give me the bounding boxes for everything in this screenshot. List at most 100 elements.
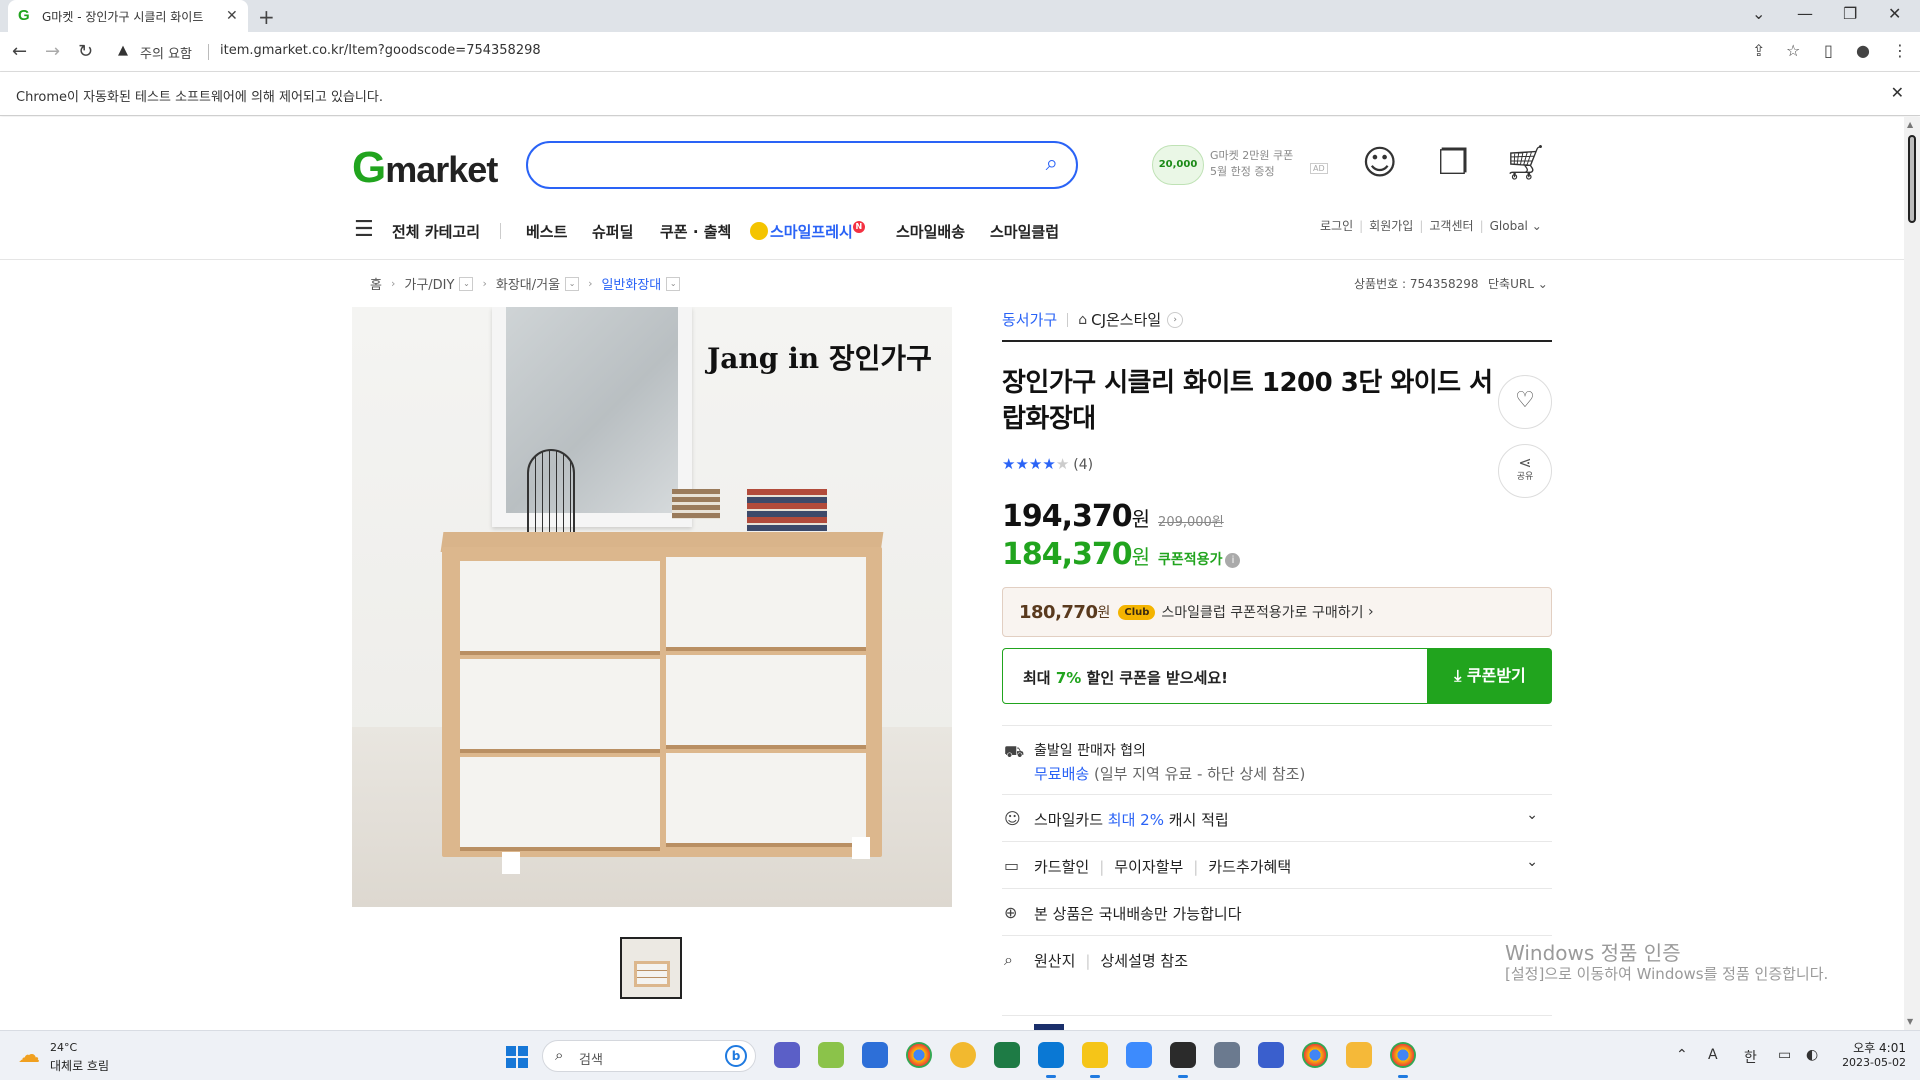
close-window-button[interactable]: ✕ — [1888, 4, 1901, 23]
product-thumbnail[interactable] — [620, 937, 682, 999]
shipping-line2: 무료배송 (일부 지역 유료 - 하단 상세 참조) — [1034, 763, 1305, 784]
start-button[interactable] — [506, 1046, 528, 1068]
url-text[interactable]: item.gmarket.co.kr/Item?goodscode=754358… — [220, 43, 541, 58]
new-badge: N — [852, 221, 865, 233]
breadcrumb-vanity[interactable]: 화장대/거울 — [496, 274, 560, 293]
sticky-notes-icon[interactable] — [1082, 1042, 1108, 1078]
search-input[interactable]: ⌕ — [526, 141, 1078, 189]
page-scrollbar[interactable]: ▲ ▼ — [1904, 117, 1920, 1030]
security-warning[interactable]: 주의 요함 — [140, 43, 192, 62]
ime-lang-indicator[interactable]: 한 — [1744, 1047, 1757, 1067]
gmarket-logo[interactable]: Gmarket — [352, 143, 498, 193]
nav-best[interactable]: 베스트 — [526, 221, 567, 242]
shipping-line1: 출발일 판매자 협의 — [1034, 743, 1146, 759]
minimize-button[interactable]: — — [1797, 4, 1813, 23]
settings-app-icon[interactable] — [862, 1042, 888, 1068]
close-tab-icon[interactable]: ✕ — [226, 8, 238, 24]
breadcrumb-general-vanity[interactable]: 일반화장대 — [601, 274, 661, 293]
messenger-icon[interactable] — [950, 1042, 976, 1068]
free-shipping[interactable]: 무료배송 — [1034, 765, 1089, 783]
nav-smile-delivery[interactable]: 스마일배송 — [896, 221, 965, 242]
product-main-image[interactable]: Jang in 장인가구 — [352, 307, 952, 907]
chevron-right-icon: › — [482, 277, 487, 290]
card-benefit-row[interactable]: ▭ 카드할인 | 무이자할부 | 카드추가혜택 ⌄ — [1002, 841, 1552, 888]
vscode-icon[interactable] — [1038, 1042, 1064, 1078]
chevron-down-icon[interactable]: ⌄ — [666, 276, 681, 291]
notepad-icon[interactable] — [1258, 1042, 1284, 1068]
cloud-sun-icon: ☁ — [18, 1043, 40, 1068]
ime-mode-indicator[interactable]: A — [1708, 1047, 1718, 1063]
smile-card-row[interactable]: ☺ 스마일카드 최대 2% 캐시 적립 ⌄ — [1002, 794, 1552, 841]
omnibox[interactable]: ▲ 주의 요함 item.gmarket.co.kr/Item?goodscod… — [108, 37, 1788, 67]
back-button[interactable]: ← — [12, 41, 27, 62]
image-drawer — [666, 753, 866, 847]
scroll-down-icon[interactable]: ▼ — [1907, 1017, 1913, 1026]
scroll-up-icon[interactable]: ▲ — [1907, 120, 1913, 129]
nav-coupon-checkin[interactable]: 쿠폰 · 출첵 — [660, 221, 731, 242]
scrollbar-thumb[interactable] — [1908, 135, 1916, 223]
store-link[interactable]: CJ온스타일 — [1091, 309, 1161, 330]
network-icon[interactable]: ▭ — [1778, 1047, 1791, 1063]
volume-icon[interactable]: ◐ — [1806, 1047, 1818, 1063]
smile-club-banner[interactable]: 180,770 원 Club 스마일클럽 쿠폰적용가로 구매하기 › — [1002, 587, 1552, 637]
gear-app-icon[interactable] — [1214, 1042, 1240, 1068]
warning-icon: ▲ — [118, 43, 128, 58]
customer-center-link[interactable]: 고객센터 — [1429, 219, 1473, 233]
breadcrumb-furniture[interactable]: 가구/DIY — [404, 274, 454, 293]
widgets-app-icon[interactable] — [818, 1042, 844, 1068]
signup-link[interactable]: 회원가입 — [1369, 219, 1413, 233]
nav-smile-fresh[interactable]: 스마일프레시 N — [750, 221, 865, 242]
get-coupon-button[interactable]: ⤓ 쿠폰받기 — [1428, 648, 1552, 704]
bing-icon[interactable]: b — [725, 1045, 747, 1067]
card-extra: 카드추가혜택 — [1208, 858, 1292, 876]
side-panel-icon[interactable]: ▯ — [1824, 41, 1833, 60]
more-menu-icon[interactable]: ⋮ — [1892, 41, 1908, 60]
chrome-icon[interactable] — [906, 1042, 932, 1068]
tab-search-icon[interactable]: ⌄ — [1752, 4, 1765, 23]
reload-button[interactable]: ↻ — [78, 41, 93, 62]
chevron-down-icon[interactable]: ⌄ — [565, 276, 580, 291]
font-app-icon[interactable] — [1126, 1042, 1152, 1068]
breadcrumb-home[interactable]: 홈 — [370, 274, 382, 293]
hamburger-menu-icon[interactable]: ☰ — [354, 217, 374, 242]
chrome-icon[interactable] — [1390, 1042, 1416, 1078]
chrome-icon[interactable] — [1302, 1042, 1328, 1068]
excel-icon[interactable] — [994, 1042, 1020, 1068]
tray-chevron-up-icon[interactable]: ⌃ — [1676, 1047, 1688, 1063]
info-icon[interactable]: i — [1225, 553, 1241, 568]
nav-smile-club[interactable]: 스마일클럽 — [990, 221, 1059, 242]
chevron-down-icon[interactable]: ⌄ — [459, 276, 474, 291]
chevron-down-icon[interactable]: ⌄ — [1526, 854, 1538, 870]
taskbar-search[interactable]: ⌕ 검색 b — [542, 1040, 756, 1072]
share-button[interactable]: ⋖ 공유 — [1498, 444, 1552, 498]
forward-button[interactable]: → — [45, 41, 60, 62]
browser-tab[interactable]: G G마켓 - 장인가구 시클리 화이트 ✕ — [8, 0, 248, 32]
promo-banner[interactable]: 20,000 G마켓 2만원 쿠폰 5월 한정 증정 AD — [1152, 141, 1328, 187]
image-books — [747, 489, 827, 531]
seller-category-link[interactable]: 동서가구 — [1002, 309, 1057, 330]
login-link[interactable]: 로그인 — [1320, 219, 1353, 233]
all-category-link[interactable]: 전체 카테고리 — [392, 221, 480, 242]
file-explorer-icon[interactable] — [1346, 1042, 1372, 1068]
automation-message: Chrome이 자동화된 테스트 소프트웨어에 의해 제어되고 있습니다. — [16, 90, 383, 105]
system-clock[interactable]: 오후 4:01 2023-05-02 — [1836, 1039, 1906, 1069]
search-icon[interactable]: ⌕ — [1046, 151, 1058, 176]
share-page-icon[interactable]: ⇪ — [1752, 41, 1765, 60]
close-infobar-icon[interactable]: ✕ — [1891, 83, 1904, 102]
wishlist-button[interactable]: ♡ — [1498, 375, 1552, 429]
cart-icon[interactable]: 🛒︎ — [1504, 143, 1547, 183]
my-page-icon[interactable]: ☺ — [1362, 143, 1397, 183]
chevron-down-icon[interactable]: ⌄ — [1526, 807, 1538, 823]
short-url-button[interactable]: 단축URL ⌄ — [1488, 275, 1548, 292]
teams-icon[interactable] — [774, 1042, 800, 1068]
maximize-button[interactable]: ❐ — [1843, 4, 1857, 23]
nav-superdeal[interactable]: 슈퍼딜 — [592, 221, 633, 242]
chevron-right-icon[interactable]: › — [1167, 311, 1184, 328]
new-tab-button[interactable]: + — [258, 5, 275, 29]
recent-items-icon[interactable]: ❐ — [1438, 143, 1468, 183]
profile-icon[interactable]: ● — [1856, 41, 1870, 60]
global-link[interactable]: Global — [1490, 219, 1528, 233]
terminal-icon[interactable] — [1170, 1042, 1196, 1078]
rating-stars[interactable]: ★★★★★ (4) — [1002, 455, 1093, 473]
bookmark-star-icon[interactable]: ☆ — [1786, 41, 1800, 60]
